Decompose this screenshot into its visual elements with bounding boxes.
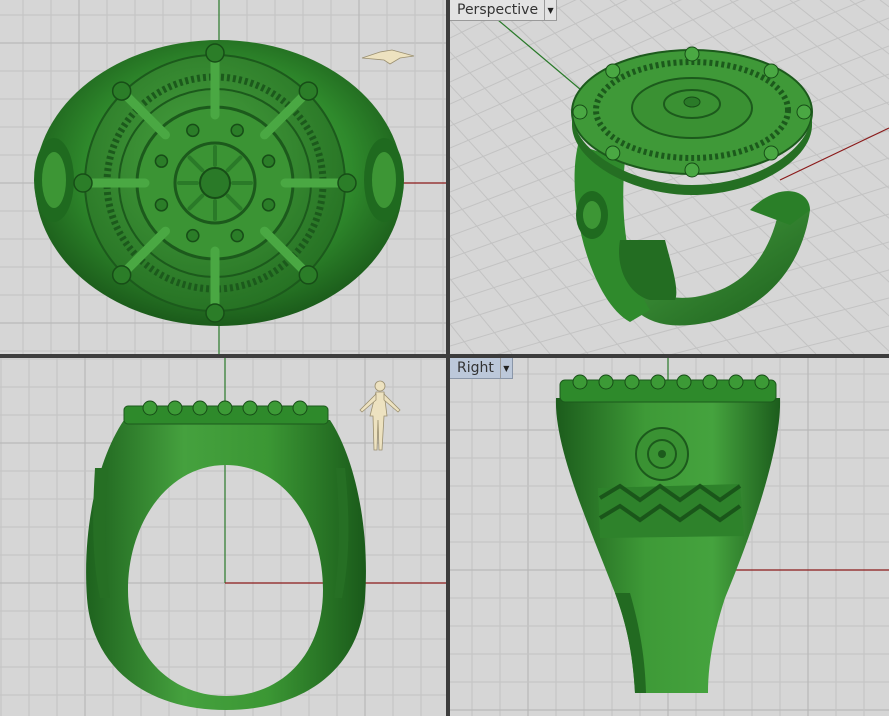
airplane-scale-reference-icon: [361, 49, 415, 65]
viewport-perspective[interactable]: Perspective ▼: [450, 0, 889, 354]
viewport-front[interactable]: [0, 358, 446, 716]
top-view-canvas: [0, 0, 446, 354]
chevron-down-icon[interactable]: ▼: [499, 358, 512, 378]
ring-right-model: [555, 374, 781, 693]
perspective-view-label-text: Perspective: [457, 2, 539, 18]
right-view-label-text: Right: [457, 360, 494, 376]
ring-perspective-model: [571, 46, 813, 326]
viewport-right[interactable]: Right ▼: [450, 358, 889, 716]
viewport-top[interactable]: [0, 0, 446, 354]
right-view-label[interactable]: Right ▼: [450, 358, 513, 379]
right-view-canvas: [450, 358, 889, 716]
front-view-canvas: [0, 358, 446, 716]
perspective-view-label[interactable]: Perspective ▼: [450, 0, 558, 21]
ring-top-model: [34, 40, 404, 326]
chevron-down-icon[interactable]: ▼: [544, 0, 556, 20]
perspective-view-canvas: [450, 0, 889, 354]
